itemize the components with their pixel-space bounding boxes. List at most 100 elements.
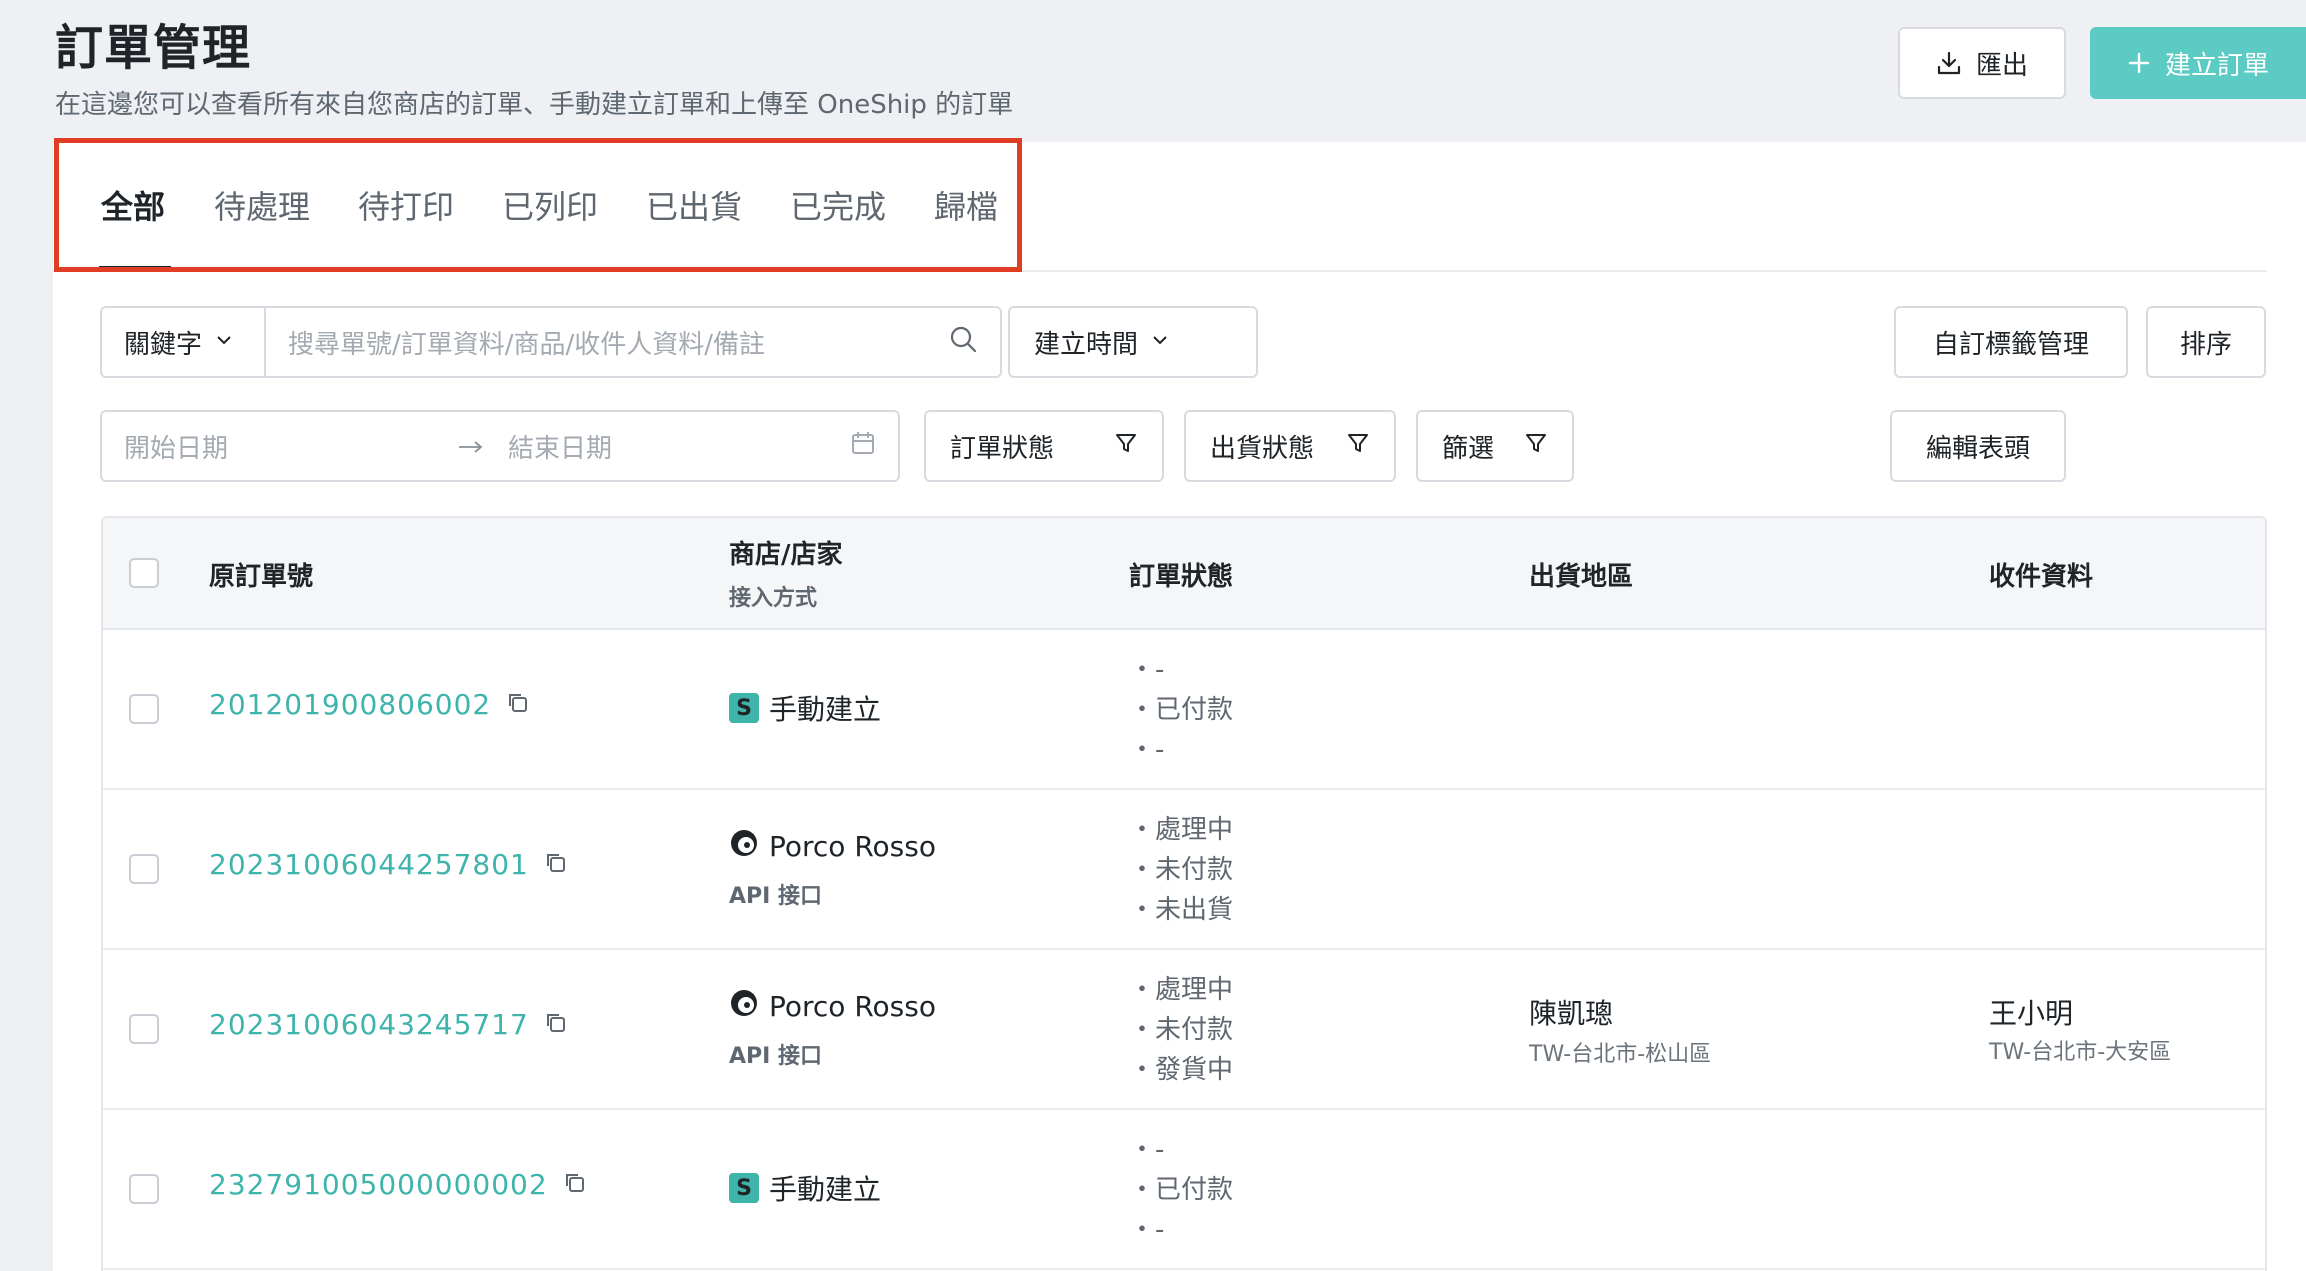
general-filter-label: 篩選 xyxy=(1442,433,1495,464)
header-order-no: 原訂單號 xyxy=(209,562,314,592)
copy-icon[interactable] xyxy=(505,688,529,721)
order-number: 20231006043245717 xyxy=(209,1008,529,1041)
store-name: Porco Rosso xyxy=(769,830,936,863)
create-order-label: 建立訂單 xyxy=(2164,50,2269,81)
row-checkbox[interactable] xyxy=(129,1174,159,1204)
export-label: 匯出 xyxy=(1975,50,2028,81)
status-line: ・處理中 xyxy=(1129,975,1234,1005)
keyword-select[interactable]: 關鍵字 xyxy=(100,306,266,378)
search-input[interactable]: 搜尋單號/訂單資料/商品/收件人資料/備註 xyxy=(264,306,1002,378)
filter-icon xyxy=(1346,431,1370,462)
filter-icon xyxy=(1524,431,1548,462)
ship-status-filter-label: 出貨狀態 xyxy=(1210,433,1315,464)
order-number-link[interactable]: 201201900806002 xyxy=(209,688,529,721)
page-title: 訂單管理 xyxy=(55,20,252,76)
status-line: ・未付款 xyxy=(1129,855,1234,885)
order-number-link[interactable]: 20231006044257801 xyxy=(209,848,567,881)
order-number-link[interactable]: 232791005000000002 xyxy=(209,1168,586,1201)
store-cell: Porco Rosso xyxy=(729,988,936,1025)
date-range-picker[interactable]: 開始日期 結束日期 xyxy=(100,410,900,482)
ship-status-filter[interactable]: 出貨狀態 xyxy=(1184,410,1396,482)
tag-management-button[interactable]: 自訂標籤管理 xyxy=(1894,306,2128,378)
time-select[interactable]: 建立時間 xyxy=(1008,306,1258,378)
store-cell: S 手動建立 xyxy=(729,688,881,728)
row-checkbox[interactable] xyxy=(129,854,159,884)
download-icon xyxy=(1936,50,1962,76)
select-all-checkbox[interactable] xyxy=(129,558,159,588)
store-name: 手動建立 xyxy=(769,693,882,726)
keyword-select-label: 關鍵字 xyxy=(124,329,203,360)
table-row[interactable]: 20231006043245717 Porco Rosso API 接口 ・處理… xyxy=(103,950,2265,1110)
manual-store-icon: S xyxy=(729,1173,759,1203)
sort-button[interactable]: 排序 xyxy=(2146,306,2266,378)
status-line: ・未出貨 xyxy=(1129,895,1234,925)
time-select-label: 建立時間 xyxy=(1034,329,1139,360)
status-line: ・處理中 xyxy=(1129,815,1234,845)
tab-archived[interactable]: 歸檔 xyxy=(934,182,998,228)
sender-region: TW-台北市-松山區 xyxy=(1529,1042,1712,1067)
header-store: 商店/店家 xyxy=(729,540,843,570)
copy-icon[interactable] xyxy=(543,1008,567,1041)
order-number: 232791005000000002 xyxy=(209,1168,548,1201)
chevron-down-icon xyxy=(1150,327,1170,357)
page-subtitle: 在這邊您可以查看所有來自您商店的訂單、手動建立訂單和上傳至 OneShip 的訂… xyxy=(55,90,1014,120)
store-name: Porco Rosso xyxy=(769,990,936,1023)
tab-pending[interactable]: 待處理 xyxy=(214,182,310,228)
manual-store-icon: S xyxy=(729,693,759,723)
store-name: 手動建立 xyxy=(769,1173,882,1206)
status-line: ・- xyxy=(1129,1135,1165,1165)
table-row[interactable]: 201201900806002 S 手動建立 ・- ・已付款 ・- xyxy=(103,630,2265,790)
calendar-icon xyxy=(850,430,876,463)
export-button[interactable]: 匯出 xyxy=(1898,27,2066,99)
store-cell: S 手動建立 xyxy=(729,1168,881,1208)
store-access-method: API 接口 xyxy=(729,884,822,909)
sender-name: 陳凱璁 xyxy=(1529,997,1614,1030)
header-ship-region: 出貨地區 xyxy=(1529,562,1634,592)
porco-rosso-logo-icon xyxy=(729,988,759,1025)
status-line: ・發貨中 xyxy=(1129,1055,1234,1085)
tab-printed[interactable]: 已列印 xyxy=(502,182,598,228)
search-placeholder: 搜尋單號/訂單資料/商品/收件人資料/備註 xyxy=(288,329,766,360)
row-checkbox[interactable] xyxy=(129,1014,159,1044)
filter-icon xyxy=(1114,431,1138,462)
order-status-filter[interactable]: 訂單狀態 xyxy=(924,410,1164,482)
tab-completed[interactable]: 已完成 xyxy=(790,182,886,228)
order-status-list: ・處理中 ・未付款 ・發貨中 xyxy=(1129,970,1233,1090)
order-number-link[interactable]: 20231006043245717 xyxy=(209,1008,567,1041)
tab-all[interactable]: 全部 xyxy=(101,182,165,228)
status-line: ・未付款 xyxy=(1129,1015,1234,1045)
create-order-button[interactable]: 建立訂單 xyxy=(2090,27,2306,99)
order-number: 201201900806002 xyxy=(209,688,492,721)
header-recipient: 收件資料 xyxy=(1989,562,2094,592)
status-line: ・- xyxy=(1129,655,1165,685)
header-order-status: 訂單狀態 xyxy=(1129,562,1234,592)
active-tab-indicator xyxy=(99,266,171,272)
tag-management-label: 自訂標籤管理 xyxy=(1932,329,2089,360)
store-access-method: API 接口 xyxy=(729,1044,822,1069)
status-line: ・- xyxy=(1129,735,1165,765)
tab-shipped[interactable]: 已出貨 xyxy=(646,182,742,228)
table-row[interactable]: 232791005000000002 S 手動建立 ・- ・已付款 ・- xyxy=(103,1110,2265,1270)
orders-table: 原訂單號 商店/店家 接入方式 訂單狀態 出貨地區 收件資料 201201900… xyxy=(101,516,2267,1271)
porco-rosso-logo-icon xyxy=(729,828,759,865)
status-line: ・- xyxy=(1129,1215,1165,1245)
recipient-region: TW-台北市-大安區 xyxy=(1989,1040,2172,1065)
search-icon[interactable] xyxy=(948,324,978,361)
table-header: 原訂單號 商店/店家 接入方式 訂單狀態 出貨地區 收件資料 xyxy=(103,518,2265,630)
store-cell: Porco Rosso xyxy=(729,828,936,865)
end-date-placeholder: 結束日期 xyxy=(508,433,613,464)
row-checkbox[interactable] xyxy=(129,694,159,724)
table-row[interactable]: 20231006044257801 Porco Rosso API 接口 ・處理… xyxy=(103,790,2265,950)
order-status-list: ・處理中 ・未付款 ・未出貨 xyxy=(1129,810,1233,930)
copy-icon[interactable] xyxy=(543,848,567,881)
order-number: 20231006044257801 xyxy=(209,848,529,881)
sort-label: 排序 xyxy=(2179,329,2232,360)
general-filter[interactable]: 篩選 xyxy=(1416,410,1574,482)
copy-icon[interactable] xyxy=(562,1168,586,1201)
start-date-placeholder: 開始日期 xyxy=(124,433,229,464)
arrow-right-icon xyxy=(458,431,484,461)
order-status-list: ・- ・已付款 ・- xyxy=(1129,650,1233,770)
order-management-page: 訂單管理 在這邊您可以查看所有來自您商店的訂單、手動建立訂單和上傳至 OneSh… xyxy=(0,0,2306,1271)
edit-header-button[interactable]: 編輯表頭 xyxy=(1890,410,2066,482)
tab-to-print[interactable]: 待打印 xyxy=(358,182,454,228)
